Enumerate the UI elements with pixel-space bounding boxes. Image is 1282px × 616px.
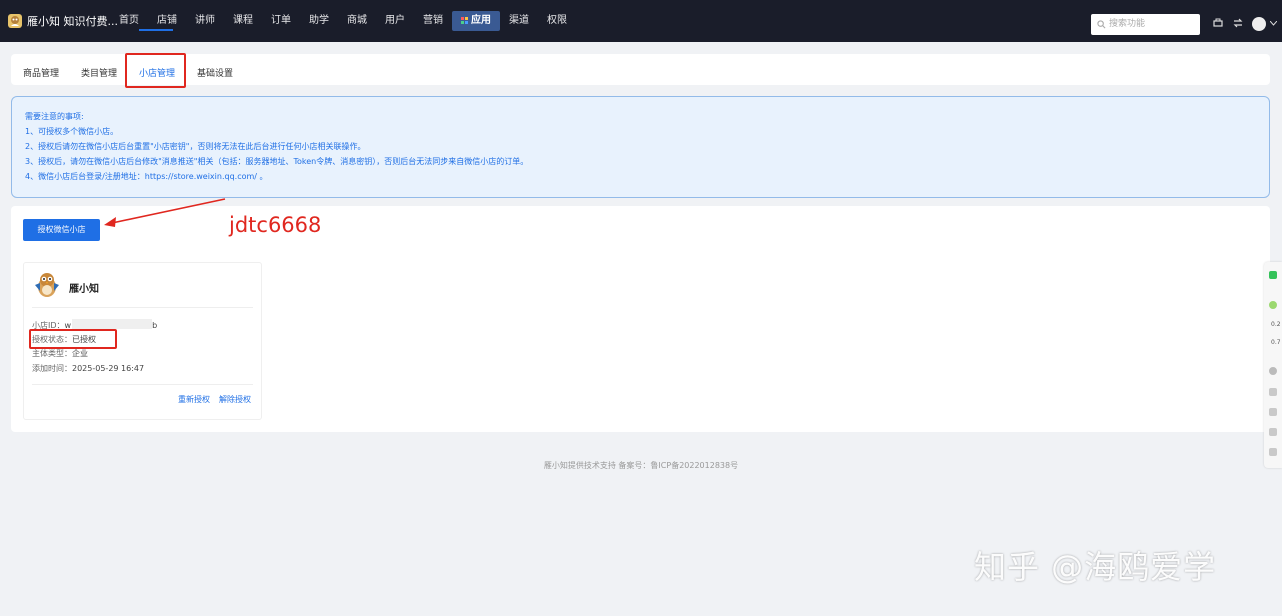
authorize-shop-button[interactable]: 授权微信小店 — [23, 219, 100, 241]
nav-apps[interactable]: 应用 — [452, 11, 500, 31]
watermark: 知乎 @海鸥爱学 — [974, 548, 1217, 586]
entity-type-row: 主体类型：企业 — [32, 348, 88, 359]
annotation-text: jdtc6668 — [229, 213, 322, 237]
notice-line: 2、授权后请勿在微信小店后台重置"小店密钥"，否则将无法在此后台进行任何小店相关… — [25, 142, 366, 151]
tabs-bar: 商品管理 类目管理 小店管理 基础设置 — [11, 54, 1270, 85]
shop-avatar — [35, 273, 59, 297]
notice-line: 1、可授权多个微信小店。 — [25, 127, 119, 136]
search-placeholder: 搜索功能 — [1109, 19, 1146, 29]
entity-type-value: 企业 — [72, 349, 88, 358]
search-input[interactable]: 搜索功能 — [1091, 14, 1200, 35]
shield-check-icon[interactable] — [1269, 271, 1277, 279]
tab-basic-settings[interactable]: 基础设置 — [197, 66, 233, 79]
video-icon[interactable] — [1269, 428, 1277, 436]
annotation-arrow — [104, 198, 226, 227]
switch-icon[interactable] — [1233, 18, 1243, 28]
added-time-value: 2025-05-29 16:47 — [72, 364, 145, 373]
notice-title: 需要注意的事项: — [25, 112, 84, 121]
notice-box: 需要注意的事项: 1、可授权多个微信小店。 2、授权后请勿在微信小店后台重置"小… — [11, 96, 1270, 198]
divider — [32, 307, 253, 308]
shop-id-suffix: b — [152, 321, 158, 330]
screenshot-icon[interactable] — [1269, 408, 1277, 416]
side-metric: 0.7 — [1271, 339, 1281, 346]
rocket-icon[interactable] — [1269, 367, 1277, 375]
highlight-box-status — [29, 329, 117, 349]
brand-name[interactable]: 雁小知 知识付费... — [27, 13, 118, 29]
search-tool-icon[interactable] — [1269, 448, 1277, 456]
tab-product-management[interactable]: 商品管理 — [23, 66, 59, 79]
footer-text: 雁小知提供技术支持 备案号：鲁ICP备2022012838号 — [543, 461, 739, 470]
chevron-down-icon[interactable] — [1270, 21, 1277, 26]
nav-mall[interactable]: 商城 — [338, 11, 376, 31]
apps-grid-icon — [461, 17, 468, 24]
search-icon — [1097, 20, 1106, 29]
revoke-authorization-link[interactable]: 解除授权 — [219, 394, 251, 405]
side-toolbar: 0.2 0.7 — [1264, 262, 1282, 468]
side-metric: 0.2 — [1271, 321, 1281, 328]
shop-name: 雁小知 — [69, 284, 99, 295]
nav-user[interactable]: 用户 — [376, 11, 414, 31]
image-icon[interactable] — [1269, 388, 1277, 396]
tab-category-management[interactable]: 类目管理 — [81, 66, 117, 79]
active-tab-indicator — [139, 29, 173, 31]
main-nav: 首页 店铺 讲师 课程 订单 助学 商城 用户 营销 应用 渠道 权限 — [110, 11, 576, 31]
nav-channel[interactable]: 渠道 — [500, 11, 538, 31]
notice-line: 3、授权后，请勿在微信小店后台修改"消息推送"相关（包括：服务器地址、Token… — [25, 157, 529, 166]
nav-marketing[interactable]: 营销 — [414, 11, 452, 31]
nav-apps-label: 应用 — [471, 15, 491, 26]
nav-course[interactable]: 课程 — [224, 11, 262, 31]
highlight-box-tab — [125, 53, 186, 88]
entity-type-label: 主体类型： — [32, 349, 72, 358]
logo-icon — [8, 14, 22, 28]
nav-assist[interactable]: 助学 — [300, 11, 338, 31]
added-time-label: 添加时间： — [32, 364, 72, 373]
avatar[interactable] — [1252, 17, 1266, 31]
printer-icon[interactable] — [1213, 18, 1223, 28]
nav-order[interactable]: 订单 — [262, 11, 300, 31]
top-navbar: 雁小知 知识付费... 首页 店铺 讲师 课程 订单 助学 商城 用户 营销 应… — [0, 0, 1282, 42]
divider — [32, 384, 253, 385]
notice-line: 4、微信小店后台登录/注册地址：https://store.weixin.qq.… — [25, 172, 268, 181]
nav-store[interactable]: 店铺 — [148, 11, 186, 31]
nav-permission[interactable]: 权限 — [538, 11, 576, 31]
added-time-row: 添加时间：2025-05-29 16:47 — [32, 363, 144, 374]
nav-home[interactable]: 首页 — [110, 11, 148, 31]
reauthorize-link[interactable]: 重新授权 — [178, 394, 210, 405]
masked-region — [72, 319, 153, 329]
nav-lecturer[interactable]: 讲师 — [186, 11, 224, 31]
battery-icon[interactable] — [1269, 301, 1277, 309]
